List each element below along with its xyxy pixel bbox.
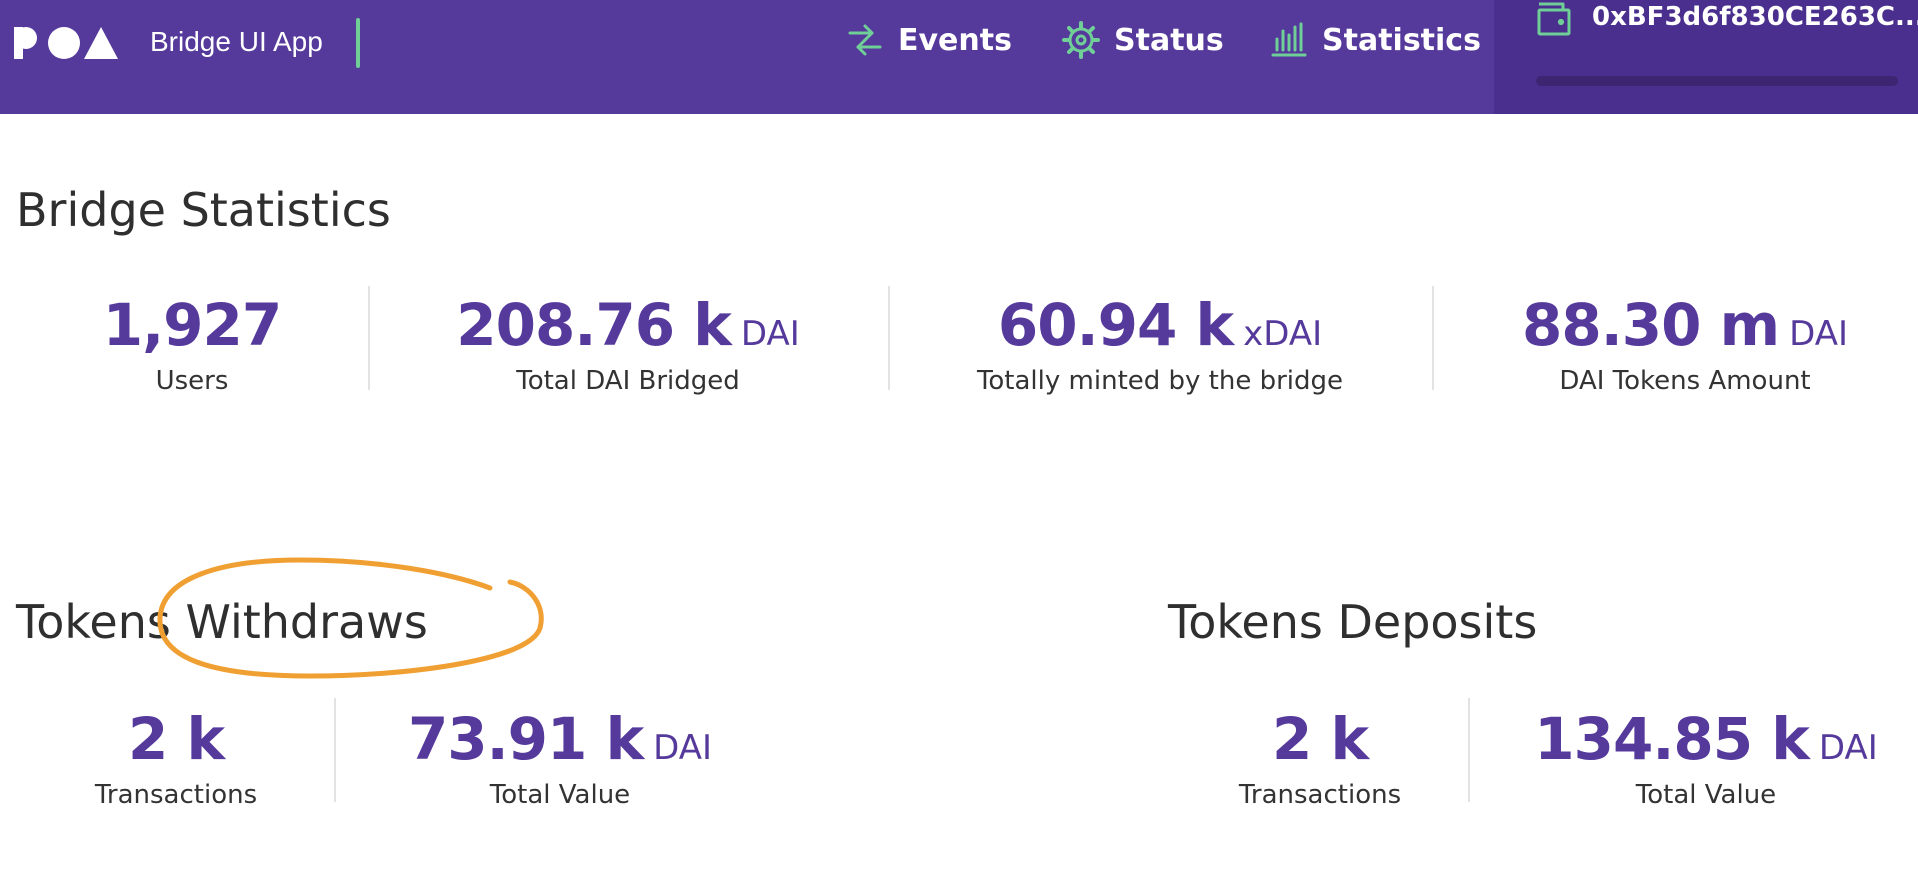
stat-divider [1432, 286, 1434, 390]
tokens-withdraws-title: Tokens Withdraws [16, 595, 428, 649]
stat-divider [368, 286, 370, 390]
stat-value: 2 k [1271, 705, 1369, 773]
wallet-icon [1537, 2, 1571, 36]
wallet-scrollbar[interactable] [1536, 76, 1898, 86]
stat-label: DAI Tokens Amount [1559, 366, 1811, 396]
wallet-panel[interactable]: 0xBF3d6f830CE263C... [1494, 0, 1918, 114]
stat-label: Users [155, 366, 229, 396]
stat-unit: DAI [1818, 728, 1878, 768]
stat-value: 88.30 m [1522, 291, 1780, 359]
stat-unit: DAI [653, 728, 713, 768]
bar-chart-icon [1271, 22, 1307, 57]
stat-value: 208.76 k [456, 291, 732, 359]
stat-label: Totally minted by the bridge [976, 366, 1344, 396]
poa-logo[interactable] [14, 27, 118, 59]
bridge-statistics-title: Bridge Statistics [16, 183, 391, 237]
stat-users: 1,927 Users [62, 292, 322, 396]
stat-dai-tokens-amount: 88.30 m DAI DAI Tokens Amount [1470, 292, 1900, 396]
stat-value: 2 k [127, 705, 225, 773]
stat-label: Transactions [1238, 780, 1402, 810]
top-navigation-bar: Bridge UI App Events Status Statistics 0… [0, 0, 1918, 114]
nav-statistics-label: Statistics [1322, 22, 1481, 58]
stat-divider [334, 698, 336, 802]
stat-unit: xDAI [1243, 314, 1323, 354]
nav-statistics[interactable]: Statistics [1270, 18, 1481, 62]
stat-total-dai-bridged: 208.76 k DAI Total DAI Bridged [408, 292, 848, 396]
nav-status[interactable]: Status [1062, 18, 1224, 62]
stat-value: 1,927 [102, 291, 282, 359]
nav-events[interactable]: Events [846, 18, 1012, 62]
deposits-total-value: 134.85 k DAI Total Value [1516, 706, 1896, 810]
stat-label: Total Value [489, 780, 631, 810]
stat-label: Total Value [1635, 780, 1777, 810]
nav-status-label: Status [1114, 22, 1224, 58]
deposits-transactions: 2 k Transactions [1200, 706, 1440, 810]
nav-events-label: Events [898, 22, 1012, 58]
withdraws-total-value: 73.91 k DAI Total Value [380, 706, 740, 810]
title-divider [356, 18, 360, 68]
stat-unit: DAI [1789, 314, 1848, 354]
stat-value: 73.91 k [407, 705, 644, 773]
wallet-address: 0xBF3d6f830CE263C... [1592, 2, 1918, 32]
app-title: Bridge UI App [150, 26, 323, 57]
withdraws-transactions: 2 k Transactions [56, 706, 296, 810]
stat-unit: DAI [740, 314, 800, 354]
stat-label: Total DAI Bridged [516, 366, 740, 396]
stat-divider [888, 286, 890, 390]
transfer-arrows-icon [848, 24, 882, 56]
gear-icon [1062, 21, 1100, 59]
stat-label: Transactions [94, 780, 258, 810]
stat-divider [1468, 698, 1470, 802]
tokens-deposits-title: Tokens Deposits [1168, 595, 1538, 649]
stat-value: 60.94 k [997, 291, 1234, 359]
stat-totally-minted: 60.94 k xDAI Totally minted by the bridge [930, 292, 1390, 396]
stat-value: 134.85 k [1534, 705, 1810, 773]
